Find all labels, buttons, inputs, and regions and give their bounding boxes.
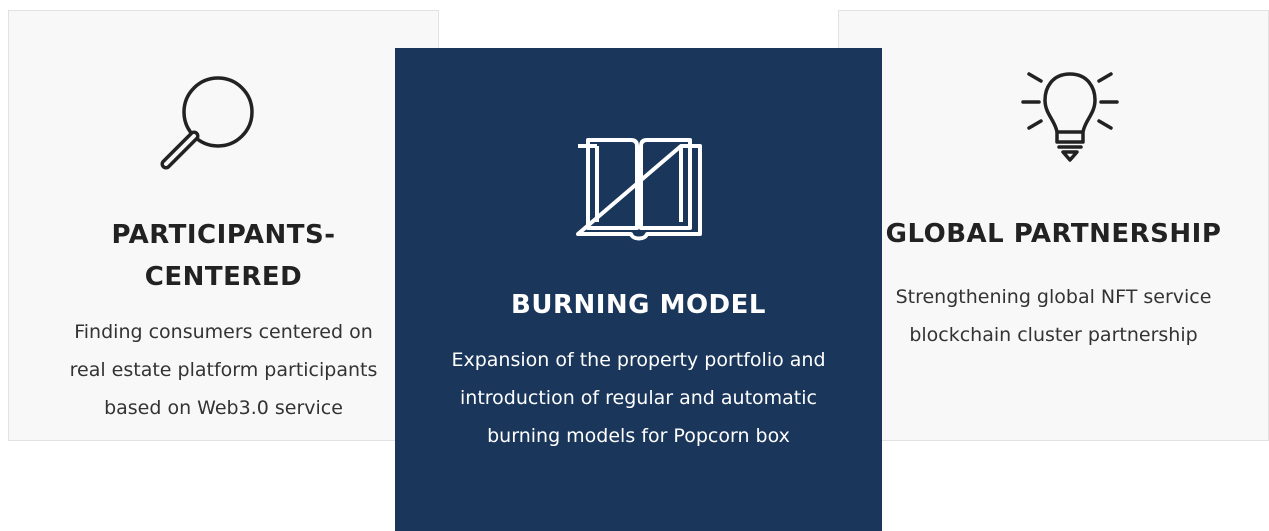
lightbulb-icon [1021,72,1119,162]
card-title: GLOBAL PARTNERSHIP [885,219,1222,249]
card-title: BURNING MODEL [511,290,766,320]
card-description: Expansion of the property portfolio and … [451,349,826,447]
feature-card-burning-model: BURNING MODEL Expansion of the property … [395,48,882,531]
magnifier-icon [160,76,254,170]
feature-card-participants: PARTICIPANTS- CENTERED Finding consumers… [8,10,439,441]
card-description: Finding consumers centered on real estat… [69,321,378,419]
feature-card-global-partnership: GLOBAL PARTNERSHIP Strengthening global … [838,10,1269,441]
open-book-icon [576,138,702,241]
card-title: PARTICIPANTS- CENTERED [111,220,336,292]
card-description: Strengthening global NFT service blockch… [895,286,1212,346]
